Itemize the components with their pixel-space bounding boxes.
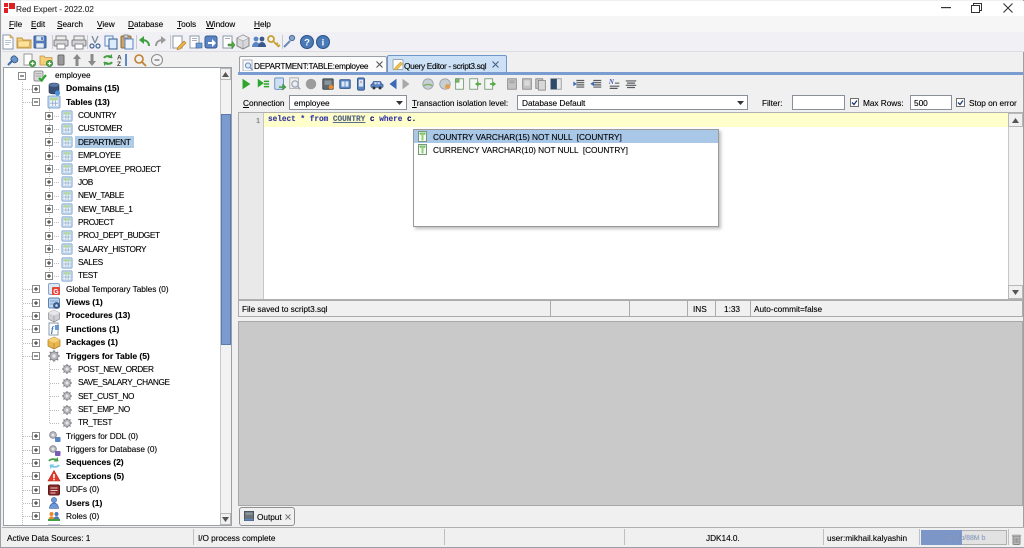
svg-text:N: N (608, 78, 615, 86)
svg-text:i: i (322, 38, 325, 49)
svg-text:?: ? (304, 38, 310, 49)
